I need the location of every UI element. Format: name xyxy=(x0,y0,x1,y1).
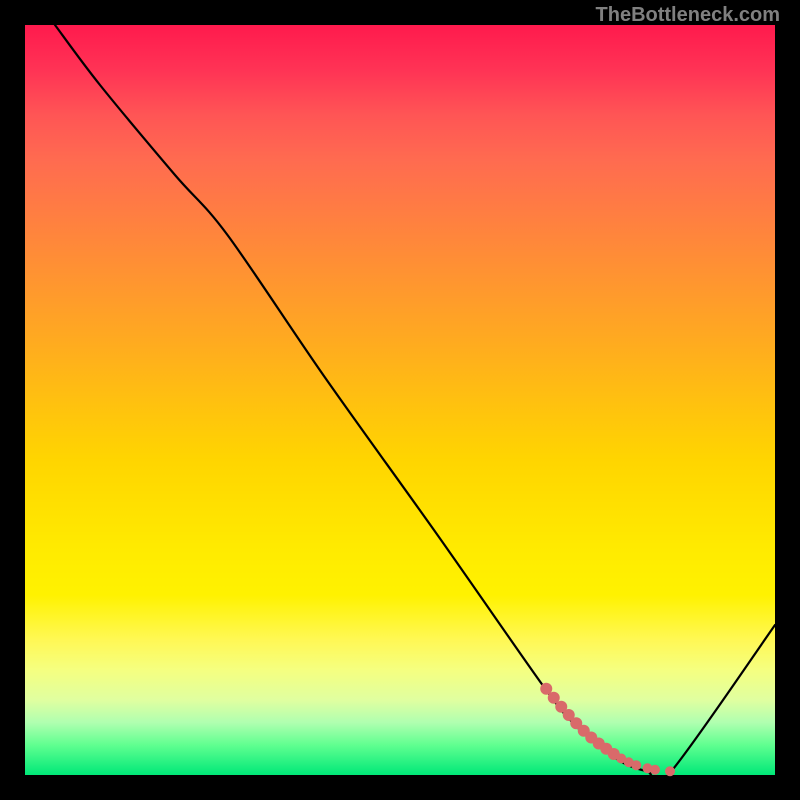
marker-dot xyxy=(665,766,675,776)
watermark-text: TheBottleneck.com xyxy=(596,4,780,27)
marker-dot xyxy=(631,760,641,770)
highlight-markers xyxy=(540,683,675,777)
bottleneck-curve xyxy=(55,25,775,783)
chart-svg xyxy=(25,25,775,775)
plot-area xyxy=(25,25,775,775)
marker-dot xyxy=(650,765,660,775)
